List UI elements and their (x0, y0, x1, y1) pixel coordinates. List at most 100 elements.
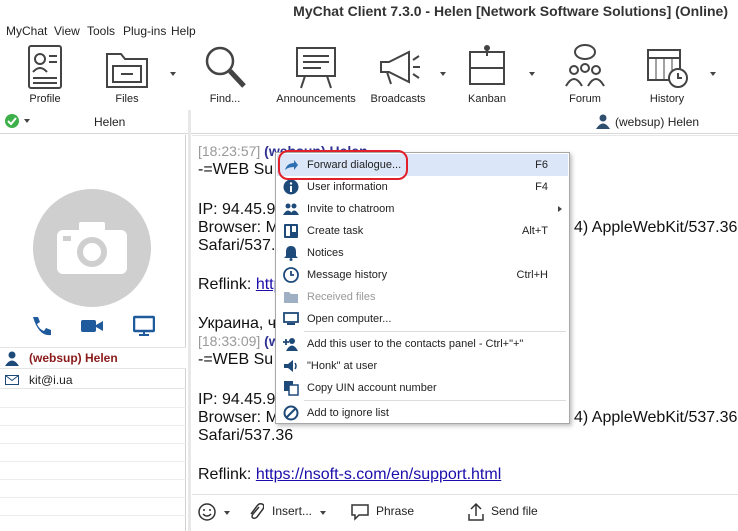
panel-splitter[interactable] (188, 110, 191, 531)
highlight-callout (278, 150, 408, 180)
menu-item-notices[interactable]: Notices (277, 242, 568, 264)
broadcasts-label: Broadcasts (370, 93, 426, 105)
menu-item-add-to-contacts[interactable]: Add this user to the contacts panel - Ct… (277, 333, 568, 355)
announcements-button[interactable]: Announcements (276, 42, 356, 105)
menu-item-label: Message history (307, 269, 388, 281)
broadcasts-dropdown-arrow[interactable] (440, 72, 446, 76)
emoji-icon[interactable] (198, 503, 216, 521)
forum-icon (565, 44, 605, 87)
send-file-button[interactable]: Send file (491, 504, 538, 518)
user-icon (5, 351, 19, 366)
group-icon (283, 203, 299, 215)
menu-help[interactable]: Help (171, 24, 196, 38)
message-text: 4) AppleWebKit/537.36 (574, 219, 738, 236)
message-text: IP: 94.45.9 (198, 391, 276, 408)
message-reflink: Reflink: http (198, 276, 283, 294)
menu-item-copy-uin[interactable]: Copy UIN account number (277, 377, 568, 399)
contact-email-row: kit@i.ua (0, 371, 186, 389)
insert-button[interactable]: Insert... (272, 504, 312, 518)
calendar-clock-icon (647, 49, 688, 88)
phrase-button[interactable]: Phrase (376, 504, 414, 518)
folder-icon (284, 292, 298, 303)
menu-item-shortcut: Alt+T (522, 225, 548, 237)
message-reflink: Reflink: https://nsoft-s.com/en/support.… (198, 466, 501, 484)
folder-icon (106, 53, 148, 88)
message-timestamp: [18:23:57] (198, 143, 261, 159)
menu-item-create-task[interactable]: Create task Alt+T (277, 220, 568, 242)
upload-icon (468, 502, 484, 521)
menu-item-label: Add to ignore list (307, 407, 389, 419)
find-button[interactable]: Find... (198, 42, 252, 105)
context-menu: Forward dialogue... F6 User information … (275, 152, 570, 424)
title-bar: MyChat Client 7.3.0 - Helen [Network Sof… (0, 0, 738, 22)
contact-email[interactable]: kit@i.ua (29, 373, 73, 387)
insert-dropdown-arrow[interactable] (320, 511, 326, 515)
menu-plugins[interactable]: Plug-ins (123, 24, 166, 38)
emoji-dropdown-arrow[interactable] (224, 511, 230, 515)
copy-icon (284, 381, 299, 396)
menu-mychat[interactable]: MyChat (6, 24, 47, 38)
contact-name-row: (websup) Helen (0, 347, 186, 369)
announcements-label: Announcements (276, 93, 356, 105)
board-icon (296, 47, 336, 89)
menu-separator (304, 400, 566, 401)
menu-item-label: Invite to chatroom (307, 203, 395, 215)
computer-icon (283, 312, 299, 325)
block-icon (283, 405, 299, 421)
menu-tools[interactable]: Tools (87, 24, 115, 38)
files-button[interactable]: Files (100, 42, 154, 105)
kanban-dropdown-arrow[interactable] (529, 72, 535, 76)
files-label: Files (115, 93, 139, 105)
info-icon (283, 179, 299, 195)
broadcasts-button[interactable]: Broadcasts (368, 42, 428, 105)
files-dropdown-arrow[interactable] (170, 72, 176, 76)
menu-item-open-computer[interactable]: Open computer... (277, 308, 568, 330)
phone-icon[interactable] (29, 315, 51, 337)
video-camera-icon[interactable] (80, 317, 104, 335)
forum-button[interactable]: Forum (558, 42, 612, 105)
online-status-icon[interactable] (4, 113, 20, 129)
profile-button[interactable]: Profile (18, 42, 72, 105)
contact-name: (websup) Helen (29, 351, 118, 365)
message-text: Украина, ч (198, 315, 277, 332)
message-text: Safari/537.36 (198, 427, 294, 444)
menu-item-label: Create task (307, 225, 364, 237)
clock-icon (283, 267, 299, 283)
profile-icon (28, 45, 62, 89)
submenu-arrow-icon (558, 206, 562, 212)
reflink-label: Reflink: (198, 276, 252, 293)
menu-item-add-to-ignore[interactable]: Add to ignore list (277, 402, 568, 424)
menu-item-shortcut: F6 (535, 159, 548, 171)
menu-view[interactable]: View (54, 24, 80, 38)
history-dropdown-arrow[interactable] (710, 72, 716, 76)
speech-bubble-icon (351, 504, 369, 521)
kanban-icon (469, 45, 505, 85)
megaphone-icon (380, 50, 420, 85)
reflink-url[interactable]: https://nsoft-s.com/en/support.html (256, 466, 501, 483)
message-text: Browser: M (198, 219, 279, 236)
menu-item-invite-to-chatroom[interactable]: Invite to chatroom (277, 198, 568, 220)
status-dropdown-arrow[interactable] (24, 119, 30, 123)
menu-item-honk-at-user[interactable]: "Honk" at user (277, 355, 568, 377)
history-label: History (649, 93, 685, 105)
message-text: IP: 94.45.9 (198, 201, 276, 218)
menu-item-shortcut: Ctrl+H (516, 269, 548, 281)
email-icon (5, 375, 19, 385)
window-title: MyChat Client 7.3.0 - Helen [Network Sof… (293, 3, 728, 19)
message-timestamp: [18:33:09] (198, 333, 261, 349)
add-contact-icon (283, 338, 298, 351)
kanban-button[interactable]: Kanban (460, 42, 514, 105)
message-header: [18:33:09] (w (198, 333, 280, 349)
paperclip-icon (250, 503, 264, 520)
screen-share-icon[interactable] (133, 315, 155, 337)
menu-item-received-files: Received files (277, 286, 568, 308)
menu-item-label: Copy UIN account number (307, 382, 437, 394)
history-button[interactable]: History (640, 42, 694, 105)
menu-separator (304, 331, 566, 332)
chat-peer-name: (websup) Helen (615, 115, 700, 129)
current-user-name: Helen (94, 115, 126, 129)
message-text: -=WEB Su (198, 351, 274, 368)
bell-icon (284, 246, 298, 261)
user-icon (596, 114, 610, 129)
menu-item-message-history[interactable]: Message history Ctrl+H (277, 264, 568, 286)
